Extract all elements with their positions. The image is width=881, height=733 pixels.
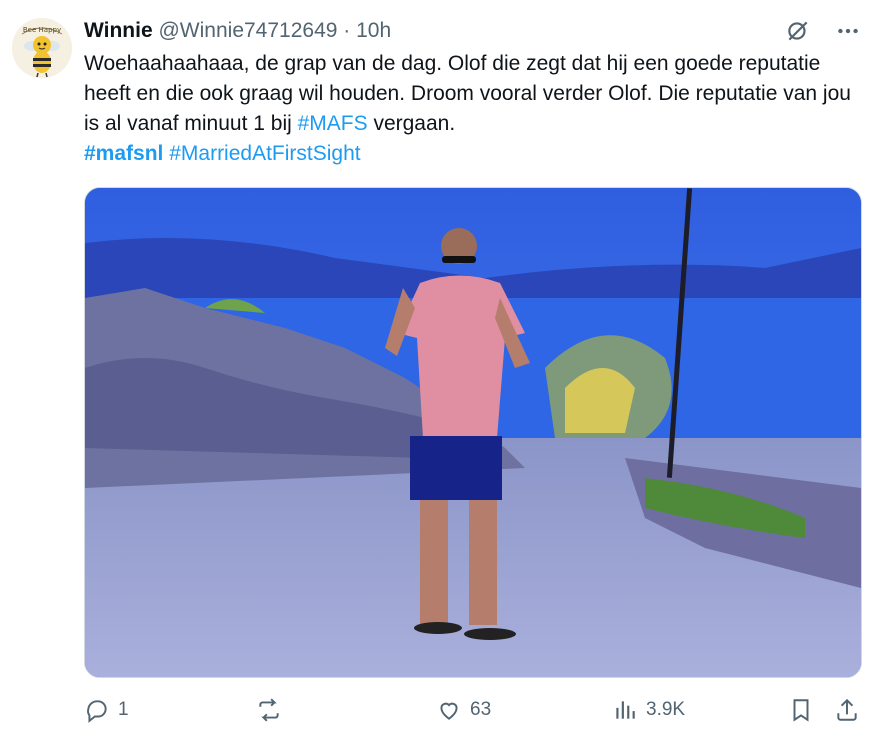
tweet-action-bar: 1 63 3.9K — [84, 690, 864, 730]
bookmark-icon — [793, 699, 809, 722]
tweet-header: Winnie @Winnie74712649 · 10h — [84, 17, 391, 45]
views-button[interactable]: 3.9K — [612, 690, 685, 730]
hashtag-married-at-first-sight[interactable]: #MarriedAtFirstSight — [169, 142, 360, 165]
views-icon — [616, 701, 635, 719]
tweet-top-actions — [783, 16, 863, 46]
like-button[interactable]: 63 — [436, 690, 491, 730]
like-count: 63 — [470, 699, 492, 720]
tweet-body: Woehaahaahaaa, de grap van de dag. Olof … — [84, 49, 864, 139]
retweet-button[interactable] — [256, 690, 290, 730]
hashtag-mafs[interactable]: #MAFS — [298, 112, 368, 135]
share-icon — [837, 698, 857, 721]
avatar[interactable]: Bee Happy — [12, 18, 72, 78]
tweet-hashtags: #mafsnl #MarriedAtFirstSight — [84, 139, 864, 169]
bookmark-button[interactable] — [788, 690, 814, 730]
reply-icon — [87, 700, 107, 723]
tweet-text: Woehaahaahaaa, de grap van de dag. Olof … — [84, 49, 864, 169]
svg-text:Bee Happy: Bee Happy — [23, 26, 61, 34]
more-icon[interactable] — [833, 16, 863, 46]
reply-button[interactable]: 1 — [84, 690, 129, 730]
heart-icon — [440, 702, 458, 720]
separator-dot: · — [343, 19, 351, 42]
photo-scene — [85, 188, 861, 677]
author-display-name[interactable]: Winnie — [84, 19, 153, 42]
hashtag-mafsnl[interactable]: #mafsnl — [84, 142, 163, 165]
tweet-text-part-2: vergaan. — [367, 112, 456, 135]
retweet-icon — [259, 698, 279, 722]
bee-avatar-image: Bee Happy — [12, 18, 72, 78]
tweet-time[interactable]: 10h — [356, 19, 391, 42]
reply-count: 1 — [118, 699, 129, 720]
share-button[interactable] — [834, 690, 860, 730]
view-count: 3.9K — [646, 699, 686, 720]
author-handle[interactable]: @Winnie74712649 — [158, 19, 337, 42]
grok-icon[interactable] — [783, 16, 813, 46]
tweet-text-part-1: Woehaahaahaaa, de grap van de dag. Olof … — [84, 52, 851, 135]
tweet-media-photo[interactable] — [84, 187, 862, 678]
